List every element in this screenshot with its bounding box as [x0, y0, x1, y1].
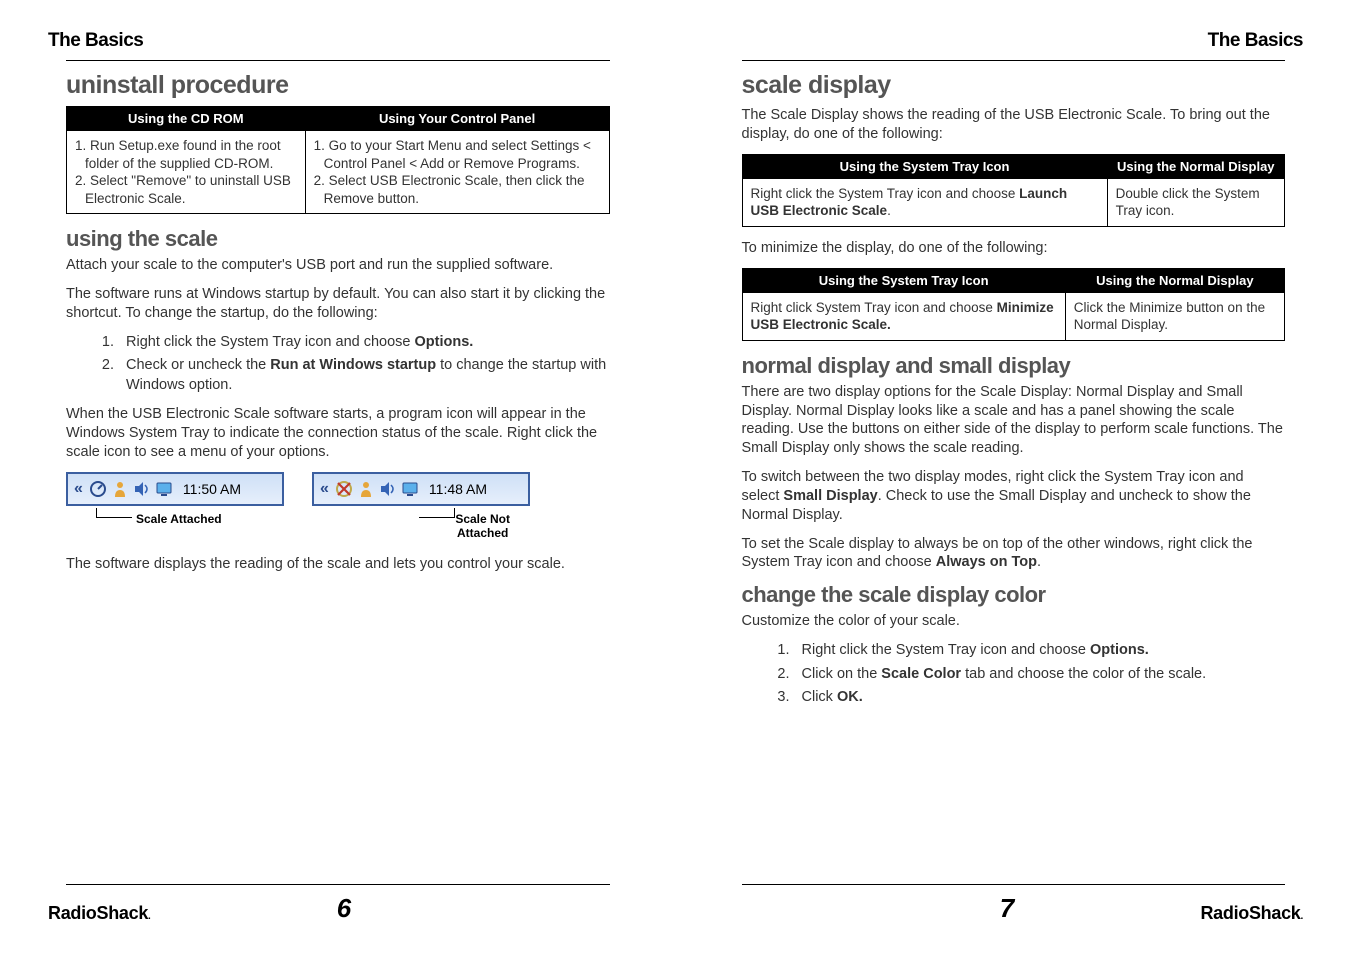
cp-step2: 2. Select USB Electronic Scale, then cli… — [314, 172, 601, 207]
tray-row: « 11:50 AM « — [66, 472, 610, 506]
li-runatstartup: Check or uncheck the Run at Windows star… — [118, 356, 610, 395]
footer-left: RadioShack. 6 — [48, 893, 628, 924]
tray-notattached: « 11:48 AM — [312, 472, 530, 506]
p-scaledisp: The Scale Display shows the reading of t… — [742, 106, 1286, 144]
p-startup: The software runs at Windows startup by … — [66, 285, 610, 323]
heading-using-scale: using the scale — [66, 226, 610, 252]
footer-right: 7 RadioShack. — [724, 893, 1304, 924]
p-displays-reading: The software displays the reading of the… — [66, 555, 610, 574]
display-icon — [155, 480, 173, 498]
chevron-icon: « — [74, 480, 83, 498]
td-minimize-btn: Click the Minimize button on the Normal … — [1065, 292, 1284, 340]
table-uninstall: Using the CD ROM Using Your Control Pane… — [66, 106, 610, 214]
header-left: The Basics — [48, 30, 628, 52]
list-color: Right click the System Tray icon and cho… — [742, 641, 1286, 708]
page-num-left: 6 — [337, 893, 351, 924]
tray-time-attached: 11:50 AM — [183, 481, 241, 497]
display-icon — [401, 480, 419, 498]
td-launch: Right click the System Tray icon and cho… — [742, 178, 1107, 226]
brand-right: RadioShack. — [1200, 903, 1303, 924]
th-cdrom: Using the CD ROM — [67, 107, 306, 131]
th-normal1: Using the Normal Display — [1107, 154, 1284, 178]
li-color-ok: Click OK. — [794, 688, 1286, 708]
scale-crossed-icon — [335, 480, 353, 498]
p-attach: Attach your scale to the computer's USB … — [66, 256, 610, 275]
td-doubleclick: Double click the System Tray icon. — [1107, 178, 1284, 226]
volume-icon — [379, 480, 397, 498]
heading-change-color: change the scale display color — [742, 582, 1286, 608]
tray-time-notattached: 11:48 AM — [429, 481, 487, 497]
table-bringout: Using the System Tray Icon Using the Nor… — [742, 154, 1286, 227]
person-icon — [111, 480, 129, 498]
caption-row: Scale Attached Scale NotAttached — [66, 510, 610, 541]
brand-left: RadioShack. — [48, 903, 151, 924]
header-right: The Basics — [724, 30, 1304, 52]
p-alwaysontop: To set the Scale display to always be on… — [742, 535, 1286, 573]
p-switch: To switch between the two display modes,… — [742, 468, 1286, 525]
td-minimize-tray: Right click System Tray icon and choose … — [742, 292, 1065, 340]
heading-scale-display: scale display — [742, 71, 1286, 100]
page-left: The Basics uninstall procedure Using the… — [0, 0, 676, 954]
content-left: uninstall procedure Using the CD ROM Usi… — [48, 60, 628, 876]
chevron-icon: « — [320, 480, 329, 498]
p-minimize: To minimize the display, do one of the f… — [742, 239, 1286, 258]
li-color-tab: Click on the Scale Color tab and choose … — [794, 665, 1286, 685]
page-right: The Basics scale display The Scale Displ… — [676, 0, 1351, 954]
caption-attached: Scale Attached — [66, 510, 284, 541]
p-customize: Customize the color of your scale. — [742, 612, 1286, 631]
th-controlpanel: Using Your Control Panel — [305, 107, 609, 131]
p-dispoptions: There are two display options for the Sc… — [742, 383, 1286, 458]
heading-uninstall: uninstall procedure — [66, 71, 610, 100]
content-right: scale display The Scale Display shows th… — [724, 60, 1304, 876]
caption-notattached: Scale NotAttached — [312, 510, 530, 541]
cdrom-step2: 2. Select "Remove" to uninstall USB Elec… — [75, 172, 297, 207]
cdrom-step1: 1. Run Setup.exe found in the root folde… — [75, 137, 297, 172]
page-num-right: 7 — [1000, 893, 1014, 924]
heading-normal-small: normal display and small display — [742, 353, 1286, 379]
li-color-options: Right click the System Tray icon and cho… — [794, 641, 1286, 661]
li-options: Right click the System Tray icon and cho… — [118, 333, 610, 353]
td-cdrom: 1. Run Setup.exe found in the root folde… — [67, 131, 306, 214]
list-startup: Right click the System Tray icon and cho… — [66, 333, 610, 396]
th-systray1: Using the System Tray Icon — [742, 154, 1107, 178]
tray-attached: « 11:50 AM — [66, 472, 284, 506]
p-trayicon: When the USB Electronic Scale software s… — [66, 405, 610, 462]
th-normal2: Using the Normal Display — [1065, 268, 1284, 292]
scale-icon — [89, 480, 107, 498]
volume-icon — [133, 480, 151, 498]
person-icon — [357, 480, 375, 498]
th-systray2: Using the System Tray Icon — [742, 268, 1065, 292]
cp-step1: 1. Go to your Start Menu and select Sett… — [314, 137, 601, 172]
table-minimize: Using the System Tray Icon Using the Nor… — [742, 268, 1286, 341]
td-controlpanel: 1. Go to your Start Menu and select Sett… — [305, 131, 609, 214]
